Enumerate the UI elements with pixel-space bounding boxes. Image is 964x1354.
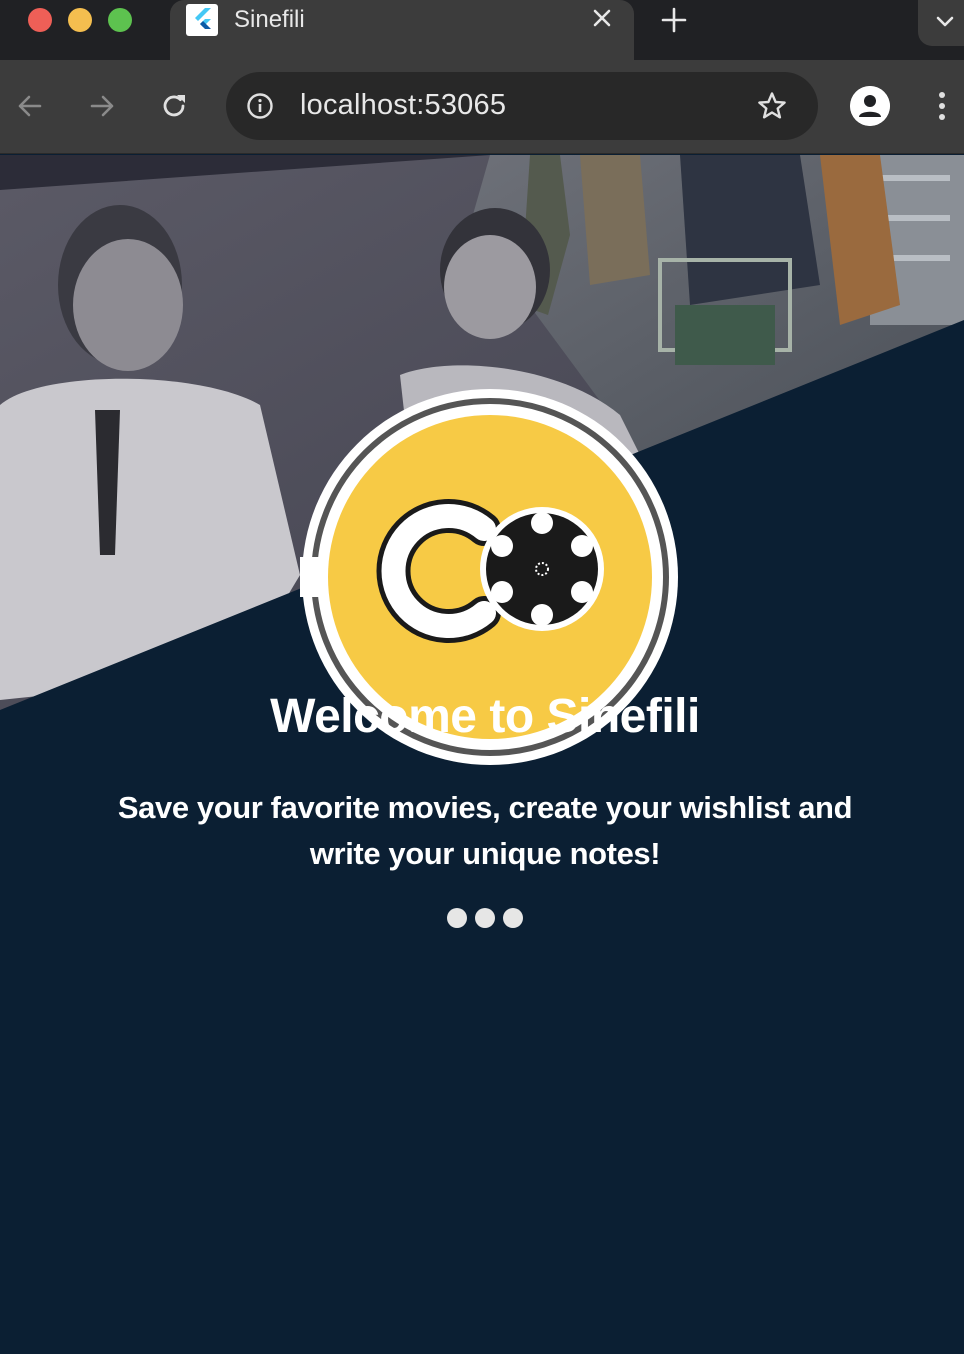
flutter-icon xyxy=(186,4,218,36)
address-bar[interactable]: localhost:53065 xyxy=(226,72,818,140)
close-icon[interactable] xyxy=(590,6,614,30)
welcome-subtitle: Save your favorite movies, create your w… xyxy=(117,790,853,871)
chevron-down-icon xyxy=(936,16,954,27)
arrow-right-icon[interactable] xyxy=(86,90,118,122)
kebab-menu-icon[interactable] xyxy=(930,88,954,124)
url-text[interactable]: localhost:53065 xyxy=(300,89,506,122)
browser-tab[interactable]: Sinefili xyxy=(170,0,634,60)
browser-titlebar: Sinefili xyxy=(0,0,964,60)
plus-icon[interactable] xyxy=(660,6,688,34)
window-close-button[interactable] xyxy=(28,8,52,32)
reload-icon[interactable] xyxy=(158,90,190,122)
info-icon[interactable] xyxy=(246,92,274,120)
star-icon[interactable] xyxy=(756,90,788,122)
window-zoom-button[interactable] xyxy=(108,8,132,32)
window-minimize-button[interactable] xyxy=(68,8,92,32)
welcome-title: Welcome to Sinefili xyxy=(270,690,700,743)
loading-indicator xyxy=(447,908,527,930)
welcome-page: Welcome to Sinefili Save your favorite m… xyxy=(0,155,964,1354)
loading-dot xyxy=(475,908,495,928)
browser-toolbar: localhost:53065 xyxy=(0,60,964,154)
tab-search-button[interactable] xyxy=(918,0,964,46)
arrow-left-icon[interactable] xyxy=(14,90,46,122)
tab-title: Sinefili xyxy=(234,6,305,33)
loading-dot xyxy=(503,908,523,928)
loading-dot xyxy=(447,908,467,928)
person-icon[interactable] xyxy=(850,86,890,126)
